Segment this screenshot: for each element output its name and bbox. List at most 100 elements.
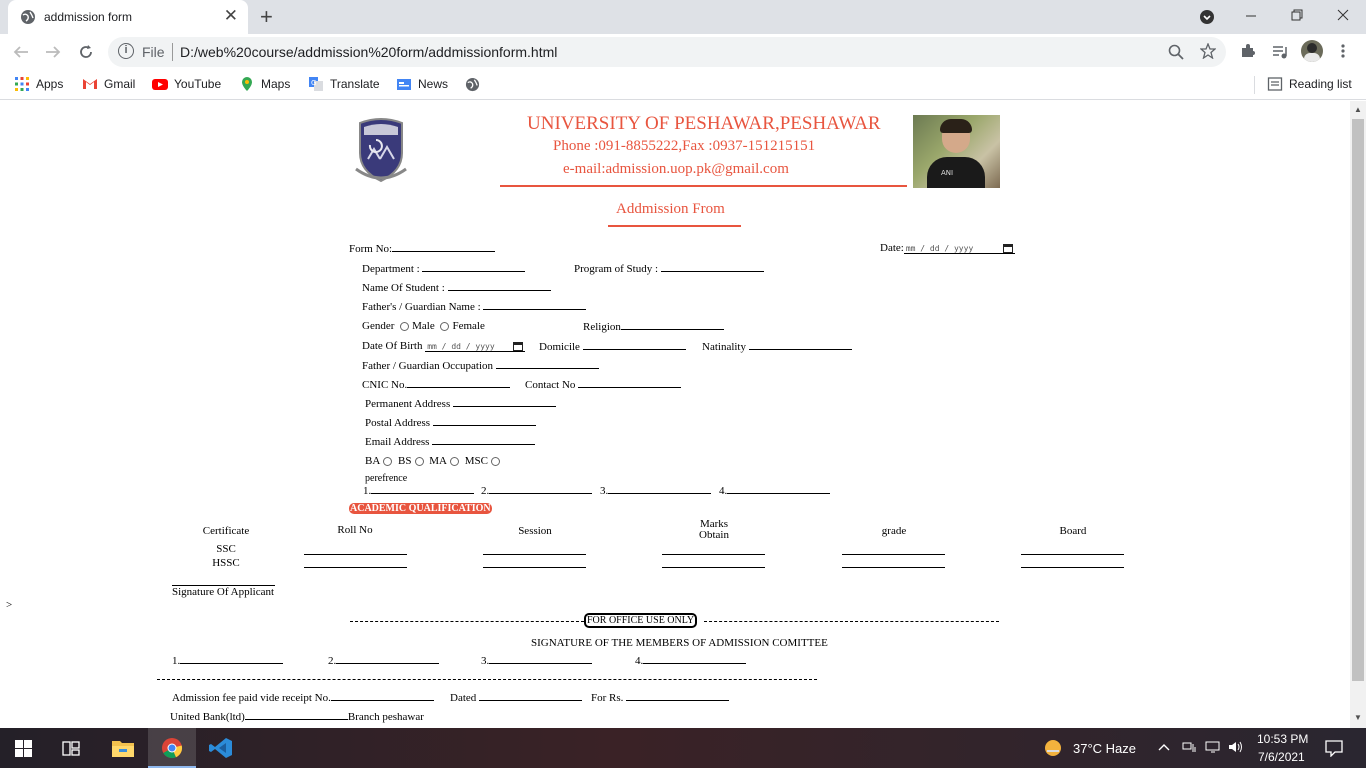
- ssc-board-input[interactable]: [1021, 554, 1124, 555]
- forward-arrow-icon[interactable]: [44, 43, 62, 61]
- permanent-address-input[interactable]: [452, 397, 556, 407]
- ssc-roll-input[interactable]: [304, 554, 407, 555]
- windows-start-icon[interactable]: [15, 740, 32, 757]
- guardian-name-input[interactable]: [483, 300, 587, 310]
- department-input[interactable]: [422, 262, 526, 272]
- student-name-input[interactable]: [447, 281, 551, 291]
- domicile-input[interactable]: [582, 340, 686, 350]
- reading-list-button[interactable]: Reading list: [1267, 76, 1352, 92]
- cnic-input[interactable]: [407, 378, 511, 388]
- back-arrow-icon[interactable]: [12, 43, 30, 61]
- bookmark-translate[interactable]: G Translate: [308, 76, 380, 92]
- youtube-icon: [152, 79, 168, 90]
- contact-label: Contact No: [525, 379, 576, 391]
- nationality-input[interactable]: [748, 340, 852, 350]
- scroll-up-icon[interactable]: ▲: [1354, 105, 1362, 114]
- bookmark-star-icon[interactable]: [1200, 43, 1216, 59]
- window-close-icon[interactable]: [1337, 9, 1349, 21]
- program-ba-radio[interactable]: [383, 456, 393, 466]
- network-icon[interactable]: [1181, 740, 1197, 754]
- weather-sun-icon[interactable]: [1043, 738, 1063, 758]
- chrome-taskbar-item[interactable]: [148, 728, 196, 768]
- member-4-input[interactable]: [643, 654, 747, 664]
- ssc-marks-input[interactable]: [662, 554, 765, 555]
- gender-male-radio[interactable]: [400, 321, 410, 331]
- ssc-session-input[interactable]: [483, 554, 586, 555]
- occupation-input[interactable]: [495, 359, 599, 369]
- ssc-grade-input[interactable]: [842, 554, 945, 555]
- preference-4-input[interactable]: [727, 484, 831, 494]
- hssc-board-input[interactable]: [1021, 567, 1124, 568]
- weather-text[interactable]: 37°C Haze: [1073, 741, 1136, 756]
- row-ssc: SSC: [216, 543, 236, 555]
- hssc-grade-input[interactable]: [842, 567, 945, 568]
- display-icon[interactable]: [1205, 740, 1221, 754]
- clock-date[interactable]: 7/6/2021: [1258, 750, 1305, 764]
- new-tab-button[interactable]: +: [260, 4, 273, 30]
- dob-calendar-icon[interactable]: [512, 342, 523, 351]
- member-2-input[interactable]: [336, 654, 440, 664]
- task-view-icon[interactable]: [62, 740, 80, 757]
- volume-icon[interactable]: [1228, 740, 1244, 754]
- bookmark-apps[interactable]: Apps: [14, 76, 63, 92]
- preference-3-input[interactable]: [608, 484, 712, 494]
- col-grade: grade: [881, 525, 907, 537]
- bank-input[interactable]: [244, 710, 348, 720]
- tray-chevron-up-icon[interactable]: [1158, 742, 1170, 752]
- hssc-marks-input[interactable]: [662, 567, 765, 568]
- gender-female-radio[interactable]: [440, 321, 450, 331]
- religion-input[interactable]: [620, 320, 724, 330]
- dated-input[interactable]: [479, 691, 583, 701]
- program-input[interactable]: [660, 262, 764, 272]
- bookmark-youtube[interactable]: YouTube: [152, 76, 221, 92]
- minimize-icon[interactable]: [1245, 10, 1257, 22]
- dob-input[interactable]: mm / dd / yyyy: [425, 342, 525, 352]
- postal-address-input[interactable]: [432, 416, 536, 426]
- vscode-icon[interactable]: [209, 737, 233, 759]
- bookmark-maps[interactable]: Maps: [239, 76, 290, 92]
- extensions-icon[interactable]: [1240, 43, 1256, 59]
- tab-close-icon[interactable]: ✕: [224, 7, 238, 25]
- fee-receipt-input[interactable]: [330, 691, 434, 701]
- svg-text:G: G: [311, 79, 316, 87]
- globe-bookmark-icon[interactable]: [465, 77, 480, 92]
- email-address-input[interactable]: [432, 435, 536, 445]
- program-bs-radio[interactable]: [414, 456, 424, 466]
- profile-avatar[interactable]: [1301, 40, 1323, 62]
- contact-input[interactable]: [578, 378, 682, 388]
- preference-1-input[interactable]: [371, 484, 475, 494]
- restore-icon[interactable]: [1291, 9, 1303, 21]
- program-ma-radio[interactable]: [449, 456, 459, 466]
- media-control-icon[interactable]: [1272, 44, 1288, 60]
- hssc-roll-input[interactable]: [304, 567, 407, 568]
- clock-time[interactable]: 10:53 PM: [1257, 732, 1308, 746]
- preference-1: 1.: [363, 484, 475, 497]
- office-separator: [157, 679, 817, 680]
- bookmark-news[interactable]: News: [396, 76, 448, 92]
- bookmark-gmail[interactable]: Gmail: [82, 76, 135, 92]
- scroll-down-icon[interactable]: ▼: [1354, 713, 1362, 722]
- form-no-input[interactable]: [392, 242, 496, 252]
- preference-2-input[interactable]: [489, 484, 593, 494]
- zoom-icon[interactable]: [1168, 44, 1184, 60]
- address-bar[interactable]: i File D:/web%20course/addmission%20form…: [108, 37, 1226, 67]
- for-rs-input[interactable]: [626, 691, 730, 701]
- scrollbar-thumb[interactable]: [1352, 119, 1364, 681]
- member-3-input[interactable]: [489, 654, 593, 664]
- hssc-session-input[interactable]: [483, 567, 586, 568]
- bank-label: United Bank(ltd): [170, 711, 245, 723]
- calendar-icon[interactable]: [1003, 244, 1014, 253]
- menu-kebab-icon[interactable]: [1340, 43, 1346, 59]
- date-input[interactable]: mm / dd / yyyy: [903, 244, 1016, 254]
- postal-address-label: Postal Address: [365, 417, 431, 429]
- page-scrollbar[interactable]: ▲ ▼: [1350, 101, 1366, 728]
- url-text[interactable]: D:/web%20course/addmission%20form/addmis…: [180, 44, 557, 60]
- member-1-input[interactable]: [180, 654, 284, 664]
- site-info-icon[interactable]: i: [118, 43, 134, 59]
- tab-active[interactable]: addmission form ✕: [8, 0, 248, 34]
- program-msc-radio[interactable]: [490, 456, 500, 466]
- tab-search-icon[interactable]: [1199, 9, 1215, 25]
- file-explorer-icon[interactable]: [111, 738, 135, 758]
- reload-icon[interactable]: [77, 43, 95, 61]
- notification-icon[interactable]: [1325, 740, 1343, 757]
